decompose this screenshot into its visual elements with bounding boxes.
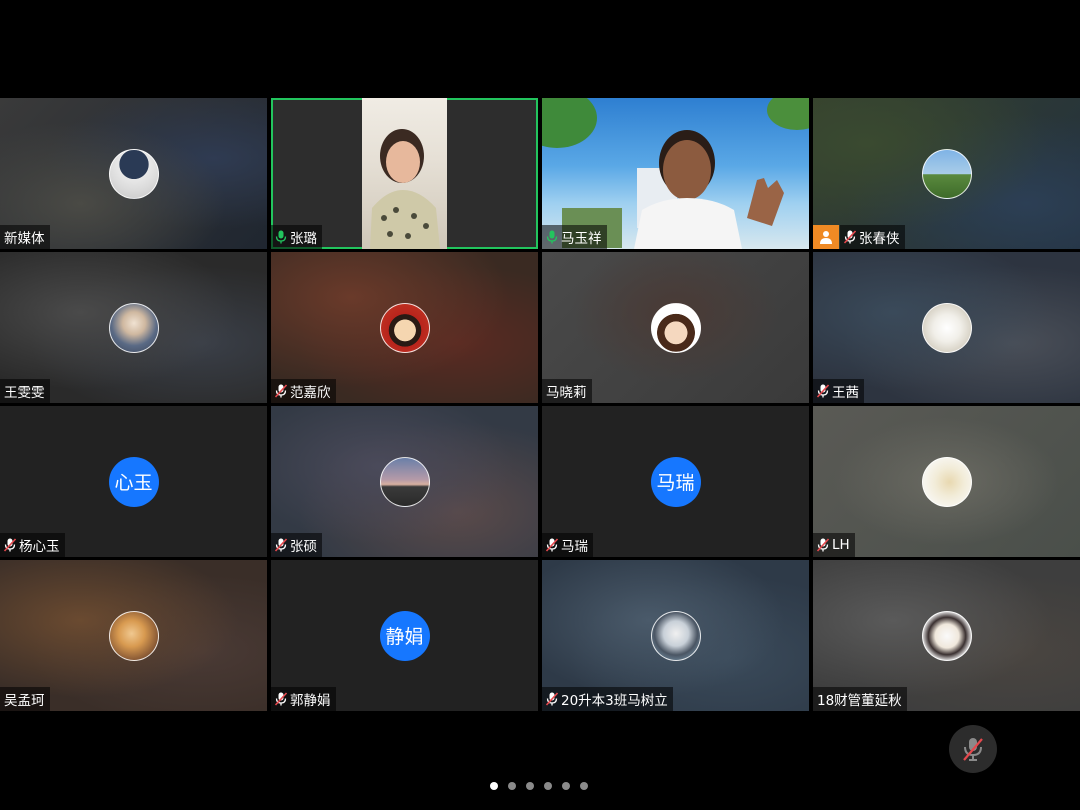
page-dot[interactable] (508, 782, 516, 790)
participant-name-label: 张硕 (271, 533, 322, 557)
microphone-muted-icon (275, 538, 287, 552)
mute-toggle-button[interactable] (949, 725, 997, 773)
participant-video (362, 98, 447, 249)
participant-tile[interactable]: 王雯雯 (0, 252, 267, 403)
participant-name-label: 范嘉欣 (271, 379, 336, 403)
microphone-muted-icon (4, 538, 16, 552)
participant-name-label: 18财管董延秋 (813, 687, 907, 711)
avatar (921, 456, 972, 507)
participant-tile[interactable]: 18财管董延秋 (813, 560, 1080, 711)
page-dot[interactable] (526, 782, 534, 790)
participant-name: 张璐 (290, 231, 317, 247)
participant-grid: 新媒体 张璐 马玉祥 张春侠 王雯雯 范嘉欣 马晓莉 王茜 心玉 杨心玉 张硕 … (0, 98, 1080, 712)
participant-name-label: 王雯雯 (0, 379, 50, 403)
microphone-muted-icon (963, 738, 983, 761)
participant-tile[interactable]: 吴孟珂 (0, 560, 267, 711)
avatar (650, 610, 701, 661)
participant-name-label: 张璐 (271, 225, 322, 249)
participant-name: 张春侠 (859, 231, 900, 247)
participant-name-label: 郭静娟 (271, 687, 336, 711)
participant-name: 新媒体 (4, 231, 45, 247)
participant-tile[interactable]: 范嘉欣 (271, 252, 538, 403)
participant-name: 张硕 (290, 539, 317, 555)
participant-name: 郭静娟 (290, 693, 331, 709)
participant-name-label: 张春侠 (840, 225, 905, 249)
microphone-muted-icon (275, 384, 287, 398)
microphone-muted-icon (817, 538, 829, 552)
host-person-icon (820, 231, 832, 244)
participant-name-label: 新媒体 (0, 225, 50, 249)
participant-name: 马晓莉 (546, 385, 587, 401)
participant-name-label: 马晓莉 (542, 379, 592, 403)
participant-name: 马瑞 (561, 539, 588, 555)
avatar (921, 148, 972, 199)
participant-tile[interactable]: 张春侠 (813, 98, 1080, 249)
participant-name: 吴孟珂 (4, 693, 45, 709)
microphone-muted-icon (546, 538, 558, 552)
page-dot[interactable] (544, 782, 552, 790)
participant-name: 20升本3班马树立 (561, 693, 668, 709)
avatar (921, 610, 972, 661)
text-avatar: 心玉 (108, 456, 159, 507)
text-avatar: 马瑞 (650, 456, 701, 507)
participant-tile[interactable]: 张硕 (271, 406, 538, 557)
host-badge (813, 225, 839, 249)
participant-name: 18财管董延秋 (817, 693, 902, 709)
page-dot[interactable] (490, 782, 498, 790)
participant-name-label: 王茜 (813, 379, 864, 403)
participant-tile[interactable]: 马瑞 马瑞 (542, 406, 809, 557)
avatar (108, 302, 159, 353)
microphone-muted-icon (817, 384, 829, 398)
participant-tile[interactable]: 王茜 (813, 252, 1080, 403)
microphone-muted-icon (275, 692, 287, 706)
avatar (379, 456, 430, 507)
participant-tile[interactable]: 心玉 杨心玉 (0, 406, 267, 557)
microphone-muted-icon (844, 230, 856, 244)
participant-name: 王茜 (832, 385, 859, 401)
participant-name: 范嘉欣 (290, 385, 331, 401)
participant-tile[interactable]: 新媒体 (0, 98, 267, 249)
microphone-icon (275, 230, 287, 244)
avatar (379, 302, 430, 353)
microphone-muted-icon (546, 692, 558, 706)
avatar (108, 610, 159, 661)
participant-name-label: 马瑞 (542, 533, 593, 557)
participant-tile[interactable]: 马玉祥 (542, 98, 809, 249)
participant-name-label: 20升本3班马树立 (542, 687, 673, 711)
participant-name-label: 吴孟珂 (0, 687, 50, 711)
page-dot[interactable] (580, 782, 588, 790)
avatar (921, 302, 972, 353)
participant-name-label: 马玉祥 (542, 225, 607, 249)
participant-name-label: LH (813, 533, 855, 557)
page-indicator[interactable] (490, 782, 588, 790)
participant-name: 王雯雯 (4, 385, 45, 401)
participant-tile[interactable]: 马晓莉 (542, 252, 809, 403)
text-avatar: 静娟 (379, 610, 430, 661)
microphone-icon (546, 230, 558, 244)
participant-name-label: 杨心玉 (0, 533, 65, 557)
participant-tile-active-speaker[interactable]: 张璐 (271, 98, 538, 249)
page-dot[interactable] (562, 782, 570, 790)
avatar (108, 148, 159, 199)
participant-tile[interactable]: 静娟 郭静娟 (271, 560, 538, 711)
participant-name: 杨心玉 (19, 539, 60, 555)
participant-tile[interactable]: 20升本3班马树立 (542, 560, 809, 711)
avatar (650, 302, 701, 353)
participant-tile[interactable]: LH (813, 406, 1080, 557)
participant-name: 马玉祥 (561, 231, 602, 247)
participant-name: LH (832, 537, 850, 553)
